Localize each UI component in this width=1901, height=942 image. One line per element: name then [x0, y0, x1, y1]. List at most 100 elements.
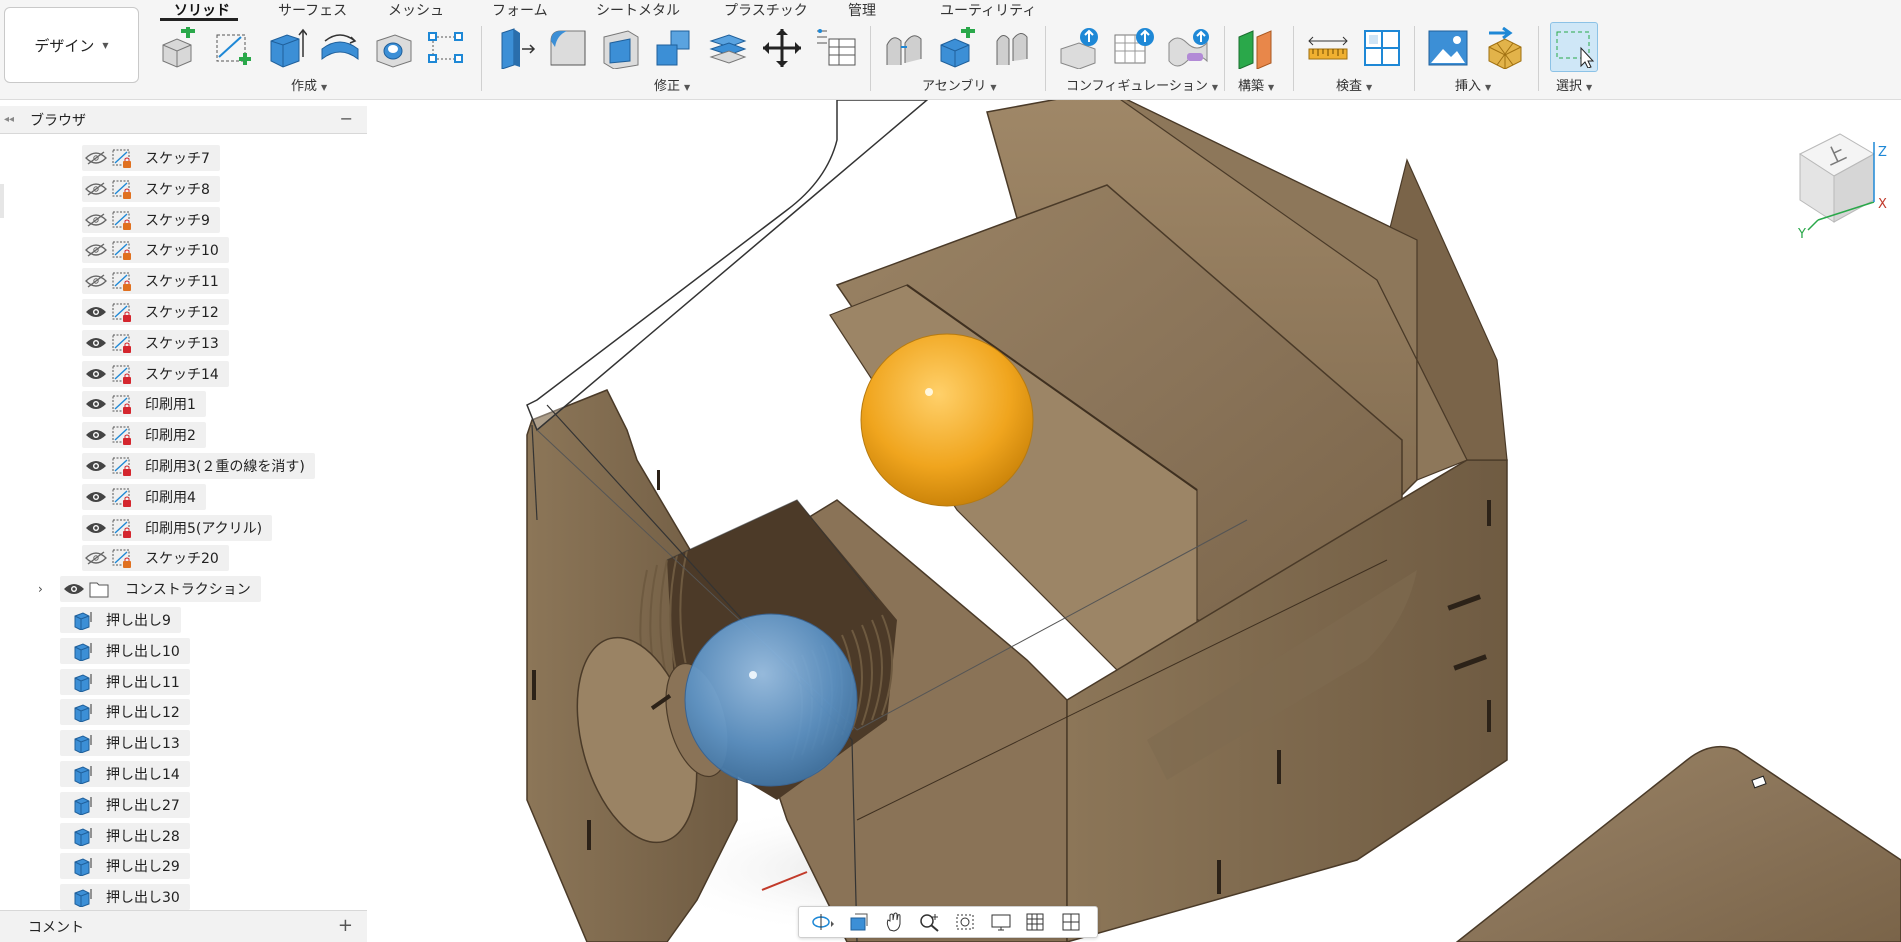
browser-feature-row[interactable]: 押し出し11 — [60, 668, 190, 695]
add-comment-button[interactable]: + — [338, 915, 353, 936]
eye-hidden-icon[interactable] — [85, 182, 107, 196]
browser-feature-row[interactable]: 押し出し29 — [60, 853, 190, 880]
configure-group-menu[interactable]: コンフィギュレーション ▼ — [1066, 75, 1218, 94]
revolve-icon[interactable] — [318, 26, 362, 70]
minimize-browser-button[interactable]: − — [340, 109, 353, 128]
browser-sketch-row[interactable]: 印刷用4 — [82, 483, 206, 510]
eye-icon[interactable] — [85, 428, 107, 442]
browser-feature-row[interactable]: 押し出し10 — [60, 637, 190, 664]
look-at-icon[interactable] — [844, 910, 874, 934]
assemble-group-menu[interactable]: アセンブリ ▼ — [922, 75, 997, 94]
extrude-feature-icon — [72, 641, 92, 662]
eye-hidden-icon[interactable] — [85, 274, 107, 288]
viewcube[interactable]: 上 Z Y X — [1778, 122, 1888, 242]
eye-icon[interactable] — [63, 582, 85, 596]
modify-group-menu[interactable]: 修正 ▼ — [654, 75, 690, 94]
extrude-feature-icon — [72, 795, 92, 816]
chevron-right-icon[interactable]: › — [38, 582, 43, 596]
pattern-icon[interactable] — [424, 26, 468, 70]
insert-mesh-icon[interactable] — [1482, 26, 1526, 70]
browser-sketch-row[interactable]: 印刷用3(２重の線を消す) — [82, 453, 315, 479]
browser-feature-row[interactable]: 押し出し30 — [60, 884, 190, 911]
browser-feature-row[interactable]: 押し出し27 — [60, 791, 190, 818]
eye-hidden-icon[interactable] — [85, 213, 107, 227]
fit-window-icon[interactable] — [951, 910, 981, 934]
3d-model-scene[interactable] — [367, 100, 1901, 942]
shell-icon[interactable] — [599, 26, 643, 70]
browser-sketch-row[interactable]: スケッチ10 — [82, 237, 229, 264]
pan-icon[interactable] — [879, 910, 909, 934]
browser-sketch-row[interactable]: 印刷用5(アクリル) — [82, 514, 273, 541]
insert-image-icon[interactable] — [1426, 26, 1470, 70]
tab-solid[interactable]: ソリッド — [174, 0, 230, 19]
section-analysis-icon[interactable] — [1360, 26, 1404, 70]
browser-sketch-row[interactable]: スケッチ14 — [82, 360, 229, 387]
canvas-viewport[interactable] — [367, 100, 1901, 942]
rigid-group-icon[interactable] — [990, 26, 1034, 70]
new-component-icon[interactable] — [156, 26, 200, 70]
sketch-icon — [111, 363, 133, 385]
assembly-new-component-icon[interactable] — [936, 26, 980, 70]
viewports-icon[interactable] — [1058, 910, 1088, 934]
orbit-icon[interactable] — [808, 910, 838, 934]
configure-rule-icon[interactable] — [1166, 26, 1210, 70]
browser-feature-row[interactable]: 押し出し13 — [60, 730, 190, 757]
insert-group-menu[interactable]: 挿入 ▼ — [1455, 75, 1491, 94]
tab-plastic[interactable]: プラスチック — [724, 0, 808, 19]
browser-sketch-row[interactable]: スケッチ9 — [82, 206, 220, 233]
browser-construction-folder[interactable]: › コンストラクション — [38, 576, 261, 603]
eye-icon[interactable] — [85, 305, 107, 319]
collapse-panel-icon[interactable]: ◂◂ — [4, 114, 24, 125]
select-window-icon[interactable] — [1550, 22, 1598, 72]
browser-sketch-row[interactable]: スケッチ11 — [82, 268, 229, 295]
eye-hidden-icon[interactable] — [85, 243, 107, 257]
browser-feature-row[interactable]: 押し出し12 — [60, 699, 190, 726]
browser-sketch-row[interactable]: スケッチ13 — [82, 329, 229, 356]
configure-icon[interactable] — [1058, 26, 1102, 70]
browser-feature-row[interactable]: 押し出し28 — [60, 822, 190, 849]
browser-feature-row[interactable]: 押し出し14 — [60, 761, 190, 787]
configure-table-icon[interactable] — [1112, 26, 1156, 70]
combine-icon[interactable] — [652, 26, 696, 70]
browser-sketch-row[interactable]: 印刷用1 — [82, 391, 206, 418]
browser-sketch-row[interactable]: スケッチ7 — [82, 145, 220, 171]
eye-hidden-icon[interactable] — [85, 551, 107, 565]
browser-sketch-row[interactable]: スケッチ12 — [82, 299, 229, 325]
create-sketch-icon[interactable] — [210, 26, 254, 70]
inspect-group-menu[interactable]: 検査 ▼ — [1336, 75, 1372, 94]
create-group-menu[interactable]: 作成 ▼ — [291, 75, 327, 94]
offset-plane-icon[interactable] — [1234, 26, 1278, 70]
tab-mesh[interactable]: メッシュ — [388, 0, 444, 19]
eye-icon[interactable] — [85, 490, 107, 504]
grid-settings-icon[interactable] — [1022, 910, 1052, 934]
extrude-icon[interactable] — [264, 26, 308, 70]
eye-hidden-icon[interactable] — [85, 151, 107, 165]
browser-sketch-row[interactable]: スケッチ20 — [82, 545, 229, 572]
browser-sketch-row[interactable]: 印刷用2 — [82, 422, 206, 449]
construct-group-menu[interactable]: 構築 ▼ — [1238, 75, 1274, 94]
tab-form[interactable]: フォーム — [492, 0, 548, 19]
joint-icon[interactable] — [882, 26, 926, 70]
tab-sheet-metal[interactable]: シートメタル — [596, 0, 680, 19]
eye-icon[interactable] — [85, 367, 107, 381]
measure-icon[interactable] — [1306, 26, 1350, 70]
eye-icon[interactable] — [85, 336, 107, 350]
workspace-switcher-button[interactable]: デザイン ▼ — [4, 7, 139, 83]
stack-icon[interactable] — [706, 26, 750, 70]
tab-surface[interactable]: サーフェス — [278, 0, 347, 19]
tab-utility[interactable]: ユーティリティ — [940, 0, 1036, 19]
tab-manage[interactable]: 管理 — [848, 0, 876, 19]
press-pull-icon[interactable] — [493, 26, 537, 70]
fillet-icon[interactable] — [546, 26, 590, 70]
parameters-table-icon[interactable] — [814, 26, 858, 70]
move-icon[interactable] — [760, 26, 804, 70]
eye-icon[interactable] — [85, 397, 107, 411]
browser-sketch-row[interactable]: スケッチ8 — [82, 175, 220, 202]
zoom-icon[interactable] — [915, 910, 945, 934]
display-settings-icon[interactable] — [987, 910, 1017, 934]
hole-icon[interactable] — [372, 26, 416, 70]
eye-icon[interactable] — [85, 459, 107, 473]
browser-feature-row[interactable]: 押し出し9 — [60, 607, 181, 633]
select-group-menu[interactable]: 選択 ▼ — [1556, 75, 1592, 94]
eye-icon[interactable] — [85, 521, 107, 535]
